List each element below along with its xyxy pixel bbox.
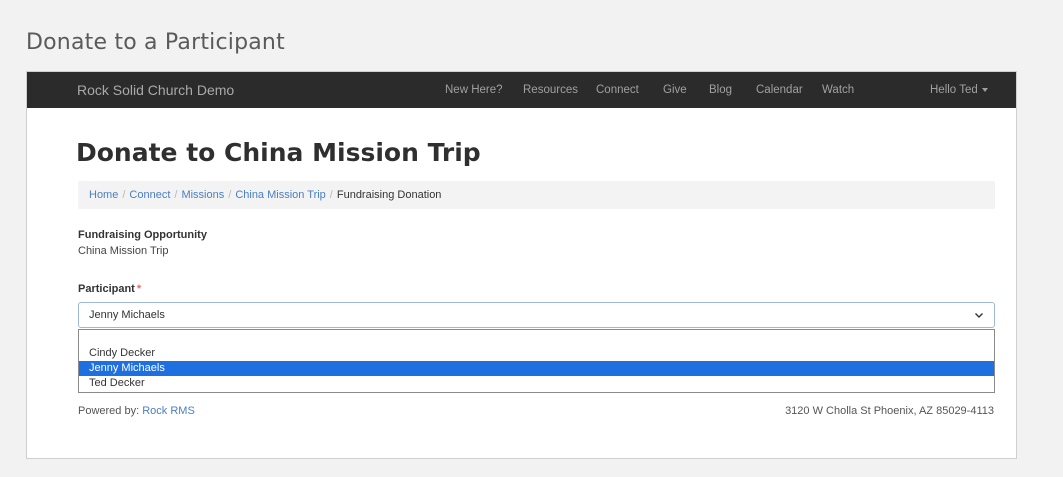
fundraising-opportunity-label: Fundraising Opportunity <box>78 229 207 241</box>
nav-link-give[interactable]: Give <box>663 72 687 108</box>
fundraising-opportunity-value: China Mission Trip <box>78 245 169 257</box>
participant-label: Participant <box>78 283 135 295</box>
breadcrumb: Home / Connect / Missions / China Mission Trip… <box>78 181 995 209</box>
page-title: Donate to China Mission Trip <box>76 138 481 167</box>
caret-down-icon <box>981 87 988 92</box>
breadcrumb-separator: / <box>329 189 333 201</box>
nav-link-new-here[interactable]: New Here? <box>445 72 503 108</box>
nav-link-resources[interactable]: Resources <box>523 72 578 108</box>
rock-rms-link[interactable]: Rock RMS <box>142 405 195 417</box>
option-jenny-michaels[interactable]: Jenny Michaels <box>79 361 994 376</box>
participant-dropdown-list: Cindy Decker Jenny Michaels Ted Decker <box>78 329 995 393</box>
breadcrumb-connect[interactable]: Connect <box>129 189 170 201</box>
footer-address: 3120 W Cholla St Phoenix, AZ 85029-4113 <box>785 405 994 417</box>
embedded-page-frame: Rock Solid Church Demo New Here? Resourc… <box>26 71 1017 459</box>
breadcrumb-current: Fundraising Donation <box>336 189 442 201</box>
participant-select[interactable]: Jenny Michaels <box>78 302 995 328</box>
user-menu-label: Hello Ted <box>930 84 978 96</box>
powered-by-prefix: Powered by: <box>78 405 140 417</box>
breadcrumb-home[interactable]: Home <box>89 189 118 201</box>
nav-link-watch[interactable]: Watch <box>822 72 854 108</box>
breadcrumb-china-mission-trip[interactable]: China Mission Trip <box>235 189 325 201</box>
footer-powered-by: Powered by: Rock RMS <box>78 405 195 417</box>
nav-link-calendar[interactable]: Calendar <box>756 72 803 108</box>
option-cindy-decker[interactable]: Cindy Decker <box>79 346 994 361</box>
breadcrumb-missions[interactable]: Missions <box>181 189 224 201</box>
breadcrumb-separator: / <box>174 189 178 201</box>
breadcrumb-separator: / <box>228 189 232 201</box>
required-marker: * <box>136 283 142 295</box>
participant-selected-value: Jenny Michaels <box>89 309 165 321</box>
nav-link-connect[interactable]: Connect <box>596 72 639 108</box>
nav-link-blog[interactable]: Blog <box>709 72 732 108</box>
option-ted-decker[interactable]: Ted Decker <box>79 376 994 391</box>
user-menu[interactable]: Hello Ted <box>930 72 988 108</box>
brand-logo-text[interactable]: Rock Solid Church Demo <box>77 72 234 108</box>
top-navbar: Rock Solid Church Demo New Here? Resourc… <box>27 72 1016 108</box>
breadcrumb-separator: / <box>122 189 126 201</box>
outer-title: Donate to a Participant <box>26 30 285 55</box>
participant-label-row: Participant * <box>78 283 141 295</box>
chevron-down-icon <box>975 313 983 318</box>
